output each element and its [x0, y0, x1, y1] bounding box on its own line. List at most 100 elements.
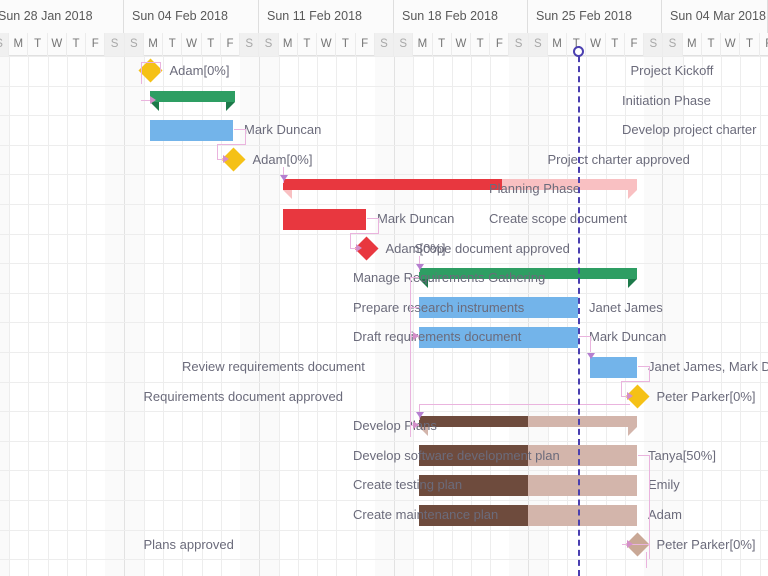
day-header-label: S	[245, 38, 253, 50]
day-header-label: T	[342, 38, 349, 50]
link-segment	[419, 404, 629, 405]
link-arrow	[413, 421, 419, 429]
task-resource-label: Mark Duncan	[237, 115, 321, 145]
week-header-label: Sun 04 Mar 2018	[670, 9, 766, 23]
task-resource-label: Janet James, Mark D	[641, 352, 768, 382]
task-row[interactable]: Project KickoffAdam[0%]	[0, 56, 768, 86]
day-header-cell[interactable]: S	[240, 33, 259, 56]
day-header-label: M	[552, 38, 562, 50]
day-header-cell[interactable]: T	[298, 33, 317, 56]
day-header-cell[interactable]: W	[182, 33, 201, 56]
day-header-label: S	[265, 38, 273, 50]
week-header-label: Sun 25 Feb 2018	[536, 9, 632, 23]
day-header-label: M	[14, 38, 24, 50]
week-header-cell[interactable]: Sun 04 Mar 2018	[662, 0, 768, 33]
day-header-cell[interactable]: F	[356, 33, 375, 56]
task-row[interactable]: Create maintenance planAdam	[0, 500, 768, 530]
day-header-cell[interactable]: W	[721, 33, 740, 56]
day-header-cell[interactable]: S	[394, 33, 413, 56]
day-header-cell[interactable]: W	[48, 33, 67, 56]
task-row[interactable]: Develop software development planTanya[5…	[0, 441, 768, 471]
day-header-cell[interactable]: M	[413, 33, 432, 56]
day-header-label: S	[649, 38, 657, 50]
day-header-cell[interactable]: T	[606, 33, 625, 56]
day-header-cell[interactable]: S	[644, 33, 663, 56]
day-header-label: M	[283, 38, 293, 50]
day-header-cell[interactable]: T	[202, 33, 221, 56]
link-segment	[590, 336, 591, 352]
day-header-cell[interactable]: M	[279, 33, 298, 56]
task-row[interactable]: Develop Plans	[0, 411, 768, 441]
day-header-cell[interactable]: T	[433, 33, 452, 56]
task-row[interactable]: Draft requirements documentMark Duncan	[0, 322, 768, 352]
task-row[interactable]: Develop project charterMark Duncan	[0, 115, 768, 145]
task-row[interactable]: Requirements document approvedPeter Park…	[0, 382, 768, 412]
day-header-cell[interactable]: T	[28, 33, 47, 56]
day-header-cell[interactable]: M	[144, 33, 163, 56]
link-arrow	[223, 155, 229, 163]
day-header-cell[interactable]: W	[452, 33, 471, 56]
week-header-cell[interactable]: Sun 25 Feb 2018	[528, 0, 662, 33]
day-header-cell[interactable]: S	[663, 33, 682, 56]
week-header-cell[interactable]: Sun 28 Jan 2018	[0, 0, 124, 33]
day-header-label: T	[303, 38, 310, 50]
link-arrow	[416, 264, 424, 270]
today-marker-dot	[573, 46, 584, 57]
day-header-cell[interactable]: T	[702, 33, 721, 56]
day-header-cell[interactable]: T	[67, 33, 86, 56]
link-segment	[410, 277, 419, 278]
day-header-label: T	[707, 38, 714, 50]
week-header-label: Sun 04 Feb 2018	[132, 9, 228, 23]
day-header-cell[interactable]: S	[105, 33, 124, 56]
task-row[interactable]: Create scope documentMark Duncan	[0, 204, 768, 234]
day-header-cell[interactable]: S	[259, 33, 278, 56]
day-header-label: M	[418, 38, 428, 50]
day-header-cell[interactable]: T	[740, 33, 759, 56]
day-header-cell[interactable]: F	[86, 33, 105, 56]
task-bar[interactable]	[150, 120, 233, 141]
day-header-cell[interactable]: S	[375, 33, 394, 56]
week-header-cell[interactable]: Sun 18 Feb 2018	[394, 0, 528, 33]
week-header-label: Sun 28 Jan 2018	[0, 9, 93, 23]
day-header-cell[interactable]: S	[125, 33, 144, 56]
day-header-cell[interactable]: F	[625, 33, 644, 56]
day-header-cell[interactable]: S	[0, 33, 9, 56]
task-row[interactable]: Planning Phase	[0, 174, 768, 204]
day-header-label: S	[130, 38, 138, 50]
day-header-cell[interactable]: T	[471, 33, 490, 56]
day-header-label: T	[477, 38, 484, 50]
task-resource-label: Adam	[641, 500, 682, 530]
day-header-cell[interactable]: F	[221, 33, 240, 56]
day-header-label: W	[321, 38, 332, 50]
task-row[interactable]: Review requirements documentJanet James,…	[0, 352, 768, 382]
day-header-cell[interactable]: M	[9, 33, 28, 56]
link-segment	[217, 144, 246, 145]
task-name-label: Create scope document	[489, 204, 768, 234]
day-header-cell[interactable]: W	[586, 33, 605, 56]
day-header-cell[interactable]: M	[548, 33, 567, 56]
day-header-cell[interactable]: T	[163, 33, 182, 56]
link-segment	[350, 233, 379, 234]
task-row[interactable]: Initiation Phase	[0, 86, 768, 116]
day-header-label: W	[455, 38, 466, 50]
week-header-cell[interactable]: Sun 11 Feb 2018	[259, 0, 394, 33]
task-name-label: Project charter approved	[548, 145, 768, 175]
day-header-cell[interactable]: S	[529, 33, 548, 56]
task-row[interactable]: Prepare research instrumentsJanet James	[0, 293, 768, 323]
day-header-cell[interactable]: F	[760, 33, 768, 56]
summary-bar[interactable]	[150, 91, 235, 102]
day-header-cell[interactable]: T	[336, 33, 355, 56]
task-row[interactable]: Scope document approvedAdam[0%]	[0, 234, 768, 264]
task-row[interactable]: Project charter approvedAdam[0%]	[0, 145, 768, 175]
task-bar[interactable]	[283, 209, 366, 230]
week-header-cell[interactable]: Sun 04 Feb 2018	[124, 0, 259, 33]
day-header-cell[interactable]: F	[490, 33, 509, 56]
day-header-cell[interactable]: M	[683, 33, 702, 56]
day-header-cell[interactable]: W	[317, 33, 336, 56]
task-row[interactable]: Manage Requirements Gathering	[0, 263, 768, 293]
task-row[interactable]: Plans approvedPeter Parker[0%]	[0, 530, 768, 560]
task-row[interactable]: Create testing planEmily	[0, 470, 768, 500]
today-line	[578, 46, 580, 576]
summary-bar-progress	[283, 179, 502, 190]
day-header-cell[interactable]: S	[509, 33, 528, 56]
